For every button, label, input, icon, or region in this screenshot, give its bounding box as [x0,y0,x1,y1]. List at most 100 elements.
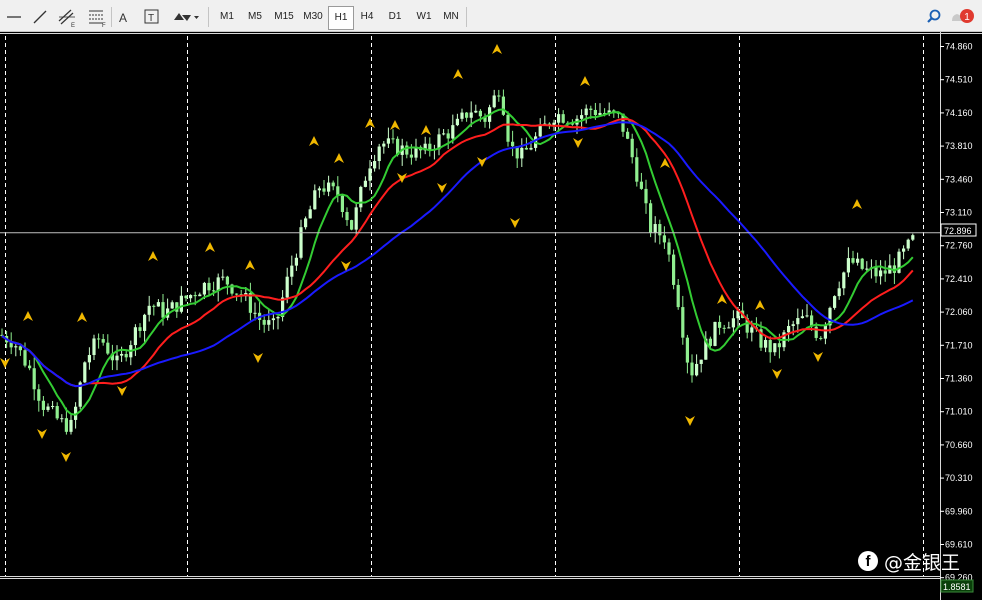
bull-candle [92,338,96,356]
bull-candle [846,258,850,273]
search-button[interactable] [925,6,943,28]
text-label-tool[interactable]: T [143,6,161,28]
bear-candle [18,346,22,351]
price-label: 71.710 [945,340,973,350]
text-tool[interactable]: A [116,6,132,28]
bull-candle [368,168,372,181]
bear-candle [874,267,878,277]
price-label: 71.360 [945,374,973,384]
bear-candle [768,339,772,353]
bear-candle [819,337,823,339]
bull-candle [833,296,837,308]
bull-candle [304,218,308,228]
bull-candle [115,355,119,361]
bear-candle [497,95,501,97]
timeframe-h1[interactable]: H1 [328,6,354,30]
current-price-text: 72.896 [944,226,972,236]
timeframe-m5[interactable]: M5 [242,6,268,28]
bear-candle [212,290,216,292]
timeframe-w1[interactable]: W1 [411,6,437,28]
bull-candle [805,315,809,317]
bear-candle [97,338,101,340]
bear-candle [235,293,239,295]
bear-candle [718,321,722,328]
bear-candle [644,188,648,204]
bear-candle [722,327,726,329]
bear-candle [331,182,335,187]
timeframe-mn[interactable]: MN [438,6,464,28]
timeframe-h4[interactable]: H4 [355,6,379,28]
timeframe-m30[interactable]: M30 [299,6,327,28]
facebook-icon: f [858,551,878,571]
bull-candle [327,182,331,192]
bear-candle [639,181,643,189]
bear-candle [340,195,344,212]
bull-candle [713,321,717,346]
bull-candle [773,343,777,353]
dropdown-arrow-icon[interactable] [194,16,199,19]
bear-candle [649,203,653,233]
bull-candle [580,115,584,119]
bear-candle [350,220,354,230]
bull-candle [653,224,657,233]
timeframe-m15[interactable]: M15 [270,6,298,28]
price-label: 72.060 [945,307,973,317]
price-label: 74.860 [945,42,973,52]
bear-candle [322,188,326,192]
notifications-button[interactable]: 1 [948,6,978,28]
watermark: f @金银王 [858,546,960,576]
bull-candle [363,180,367,187]
bull-candle [460,112,464,119]
price-label: 73.810 [945,141,973,151]
bear-candle [28,365,32,369]
search-icon [927,9,941,23]
fibonacci-tool-sub: F [102,23,106,28]
bear-candle [777,343,781,348]
bull-candle [354,207,358,230]
bull-candle [253,312,257,314]
fibonacci-tool[interactable]: F [86,6,110,29]
bear-candle [676,284,680,308]
timeframe-d1[interactable]: D1 [383,6,407,28]
channel-tool[interactable]: E [56,6,80,29]
bull-candle [842,272,846,289]
bear-candle [501,96,505,115]
bull-candle [469,112,473,118]
bull-candle [179,295,183,312]
bull-candle [83,362,87,383]
bear-candle [23,350,27,366]
bear-candle [262,319,266,325]
bull-candle [14,346,18,348]
bull-candle [800,316,804,319]
toolbar-separator [466,7,467,27]
bull-candle [87,355,91,363]
notification-count: 1 [964,12,970,23]
bull-candle [520,147,524,159]
bear-candle [524,147,528,150]
bear-candle [391,138,395,140]
bull-candle [699,359,703,364]
bull-candle [290,265,294,277]
bull-candle [451,125,455,139]
text-label-icon: T [144,9,159,24]
bear-candle [37,389,41,401]
bull-candle [69,419,73,432]
bull-candle [856,258,860,263]
toolbar-separator [208,7,209,27]
price-chart[interactable]: 74.860 74.510 74.160 73.810 73.460 73.110 72.7… [0,32,982,600]
text-icon: A [119,11,127,25]
bull-candle [120,353,124,356]
arrows-tool[interactable] [170,6,202,28]
bull-candle [455,118,459,126]
bear-candle [681,307,685,338]
bear-candle [662,235,666,243]
horizontal-line-tool[interactable] [4,6,24,28]
timeframe-m1[interactable]: M1 [214,6,240,28]
bull-candle [299,227,303,258]
bull-candle [202,282,206,295]
bull-candle [750,327,754,333]
bear-candle [409,154,413,158]
horizontal-line-icon [7,16,21,18]
trendline-tool[interactable] [30,6,50,28]
indicator-value-text: 1.8581 [943,582,971,592]
